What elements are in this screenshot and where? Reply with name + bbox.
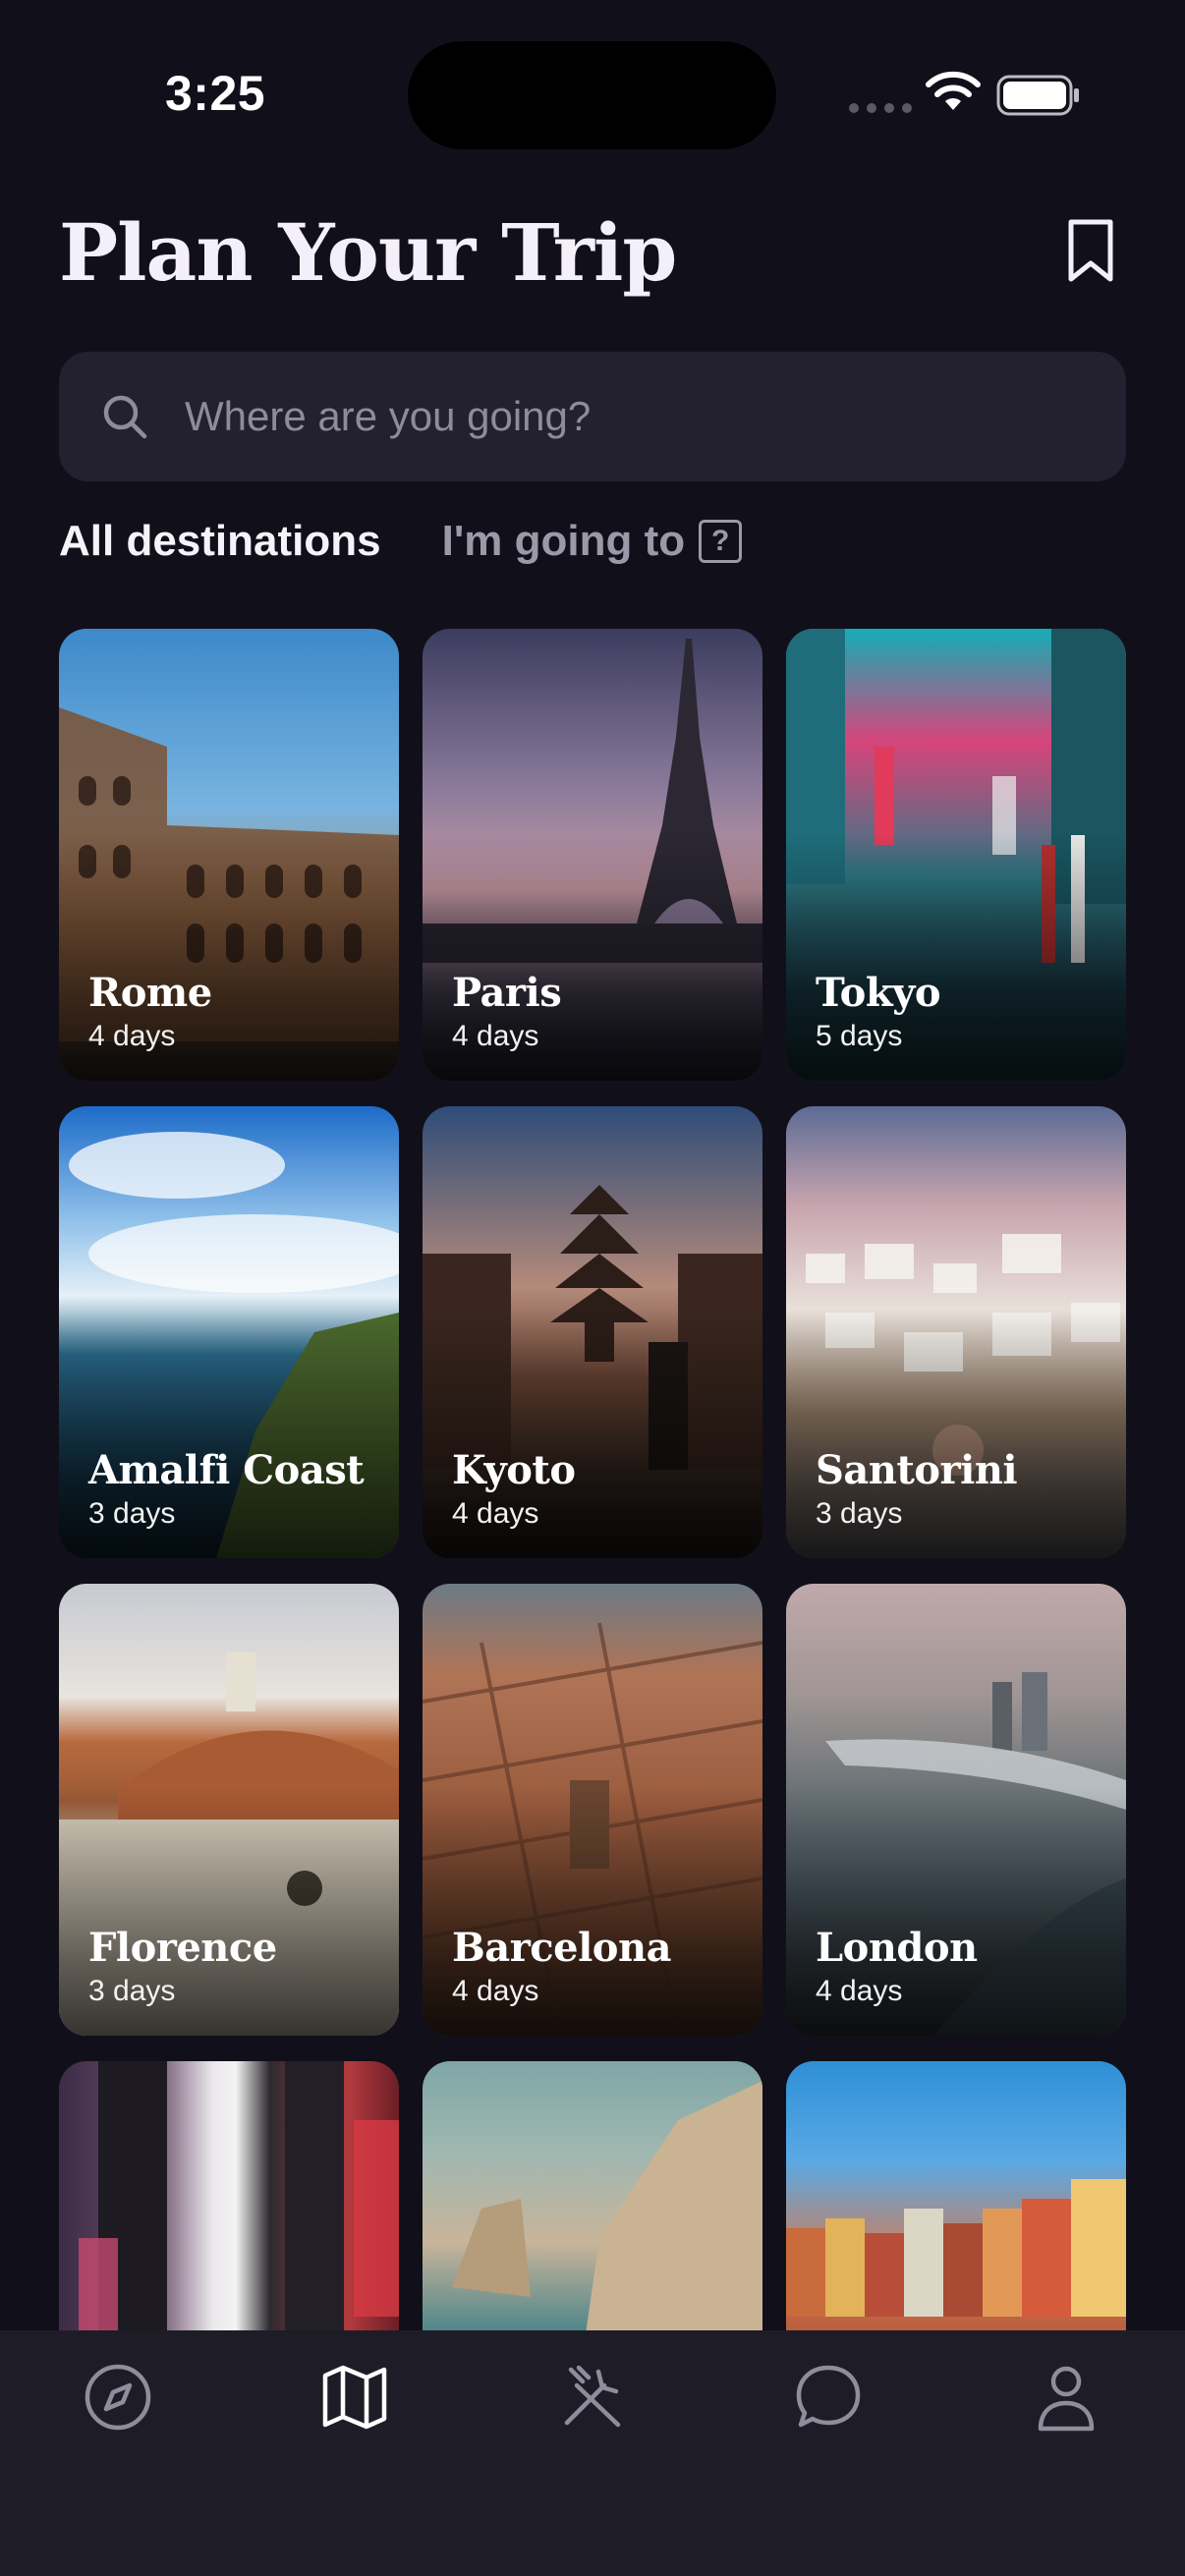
destination-name: Rome [88, 970, 212, 1016]
nav-chat[interactable] [789, 2358, 868, 2436]
nav-explore[interactable] [79, 2358, 157, 2436]
destination-days: 4 days [816, 1975, 903, 2007]
nav-map[interactable] [315, 2358, 394, 2436]
destination-card-amalfi-coast[interactable]: Amalfi Coast 3 days [59, 1106, 399, 1558]
destination-grid: Rome 4 days Paris 4 days Tokyo 5 days Am… [59, 629, 1126, 2513]
wifi-icon [926, 71, 981, 110]
plan-trip-screen: 3:25 Plan Your Trip All destinations I'm… [0, 0, 1185, 2576]
destination-days: 4 days [88, 1020, 176, 1052]
profile-icon [1038, 2366, 1095, 2432]
nav-dining[interactable] [553, 2358, 632, 2436]
signal-icon [849, 103, 912, 113]
bookmark-icon[interactable] [1063, 218, 1118, 283]
destination-name: London [816, 1925, 978, 1971]
destination-days: 4 days [452, 1497, 539, 1530]
destination-card-paris[interactable]: Paris 4 days [423, 629, 762, 1081]
destination-days: 5 days [816, 1020, 903, 1052]
utensils-crossed-icon [564, 2365, 621, 2428]
destination-tabs: All destinations I'm going to ? [59, 517, 743, 566]
destination-card-florence[interactable]: Florence 3 days [59, 1584, 399, 2036]
destination-days: 4 days [452, 1975, 539, 2007]
destination-days: 4 days [452, 1020, 539, 1052]
tab-going-to[interactable]: I'm going to ? [442, 517, 743, 566]
tab-going-to-label: I'm going to [441, 517, 686, 565]
destination-days: 3 days [88, 1975, 176, 2007]
dynamic-island [408, 41, 776, 149]
destination-card-london[interactable]: London 4 days [786, 1584, 1126, 2036]
destination-card-tokyo[interactable]: Tokyo 5 days [786, 629, 1126, 1081]
destination-name: Paris [452, 970, 562, 1016]
map-icon [322, 2365, 387, 2430]
search-input[interactable] [185, 393, 1069, 440]
destination-days: 3 days [88, 1497, 176, 1530]
search-icon [103, 395, 147, 439]
status-bar: 3:25 [0, 0, 1185, 187]
destination-name: Barcelona [452, 1925, 671, 1971]
status-time: 3:25 [165, 66, 266, 121]
destination-name: Florence [88, 1925, 277, 1971]
nav-profile[interactable] [1027, 2358, 1105, 2436]
chat-bubble-icon [796, 2365, 861, 2428]
destination-name: Kyoto [452, 1447, 576, 1493]
destination-days: 3 days [816, 1497, 903, 1530]
destination-card-rome[interactable]: Rome 4 days [59, 629, 399, 1081]
tab-all-destinations[interactable]: All destinations [59, 517, 381, 566]
search-bar[interactable] [59, 352, 1126, 481]
battery-icon [996, 75, 1079, 116]
destination-name: Tokyo [816, 970, 941, 1016]
compass-icon [85, 2364, 151, 2431]
help-icon[interactable]: ? [699, 520, 743, 563]
page-title: Plan Your Trip [59, 206, 677, 299]
destination-card-kyoto[interactable]: Kyoto 4 days [423, 1106, 762, 1558]
destination-card-barcelona[interactable]: Barcelona 4 days [423, 1584, 762, 2036]
destination-card-santorini[interactable]: Santorini 3 days [786, 1106, 1126, 1558]
destination-name: Santorini [816, 1447, 1018, 1493]
destination-name: Amalfi Coast [88, 1447, 365, 1493]
